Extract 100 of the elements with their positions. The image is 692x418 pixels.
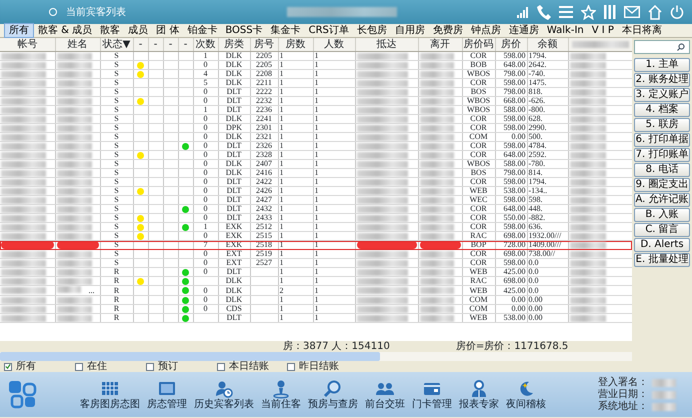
action-button[interactable]: 4. 档案 (634, 103, 690, 117)
tab[interactable]: 本日将离 (618, 24, 666, 37)
toolbar-button[interactable]: 当前住客 (261, 399, 301, 410)
checkbox[interactable] (287, 362, 295, 370)
toolbar-button[interactable]: 历史宾客列表 (194, 399, 254, 410)
blurred-text (1, 178, 46, 186)
table-cell: R (114, 314, 120, 322)
phone-icon[interactable] (537, 4, 551, 20)
checkbox-label[interactable]: 所有 (16, 361, 36, 372)
table-cell: 2205 (256, 52, 272, 60)
blurred-text (420, 88, 454, 96)
menu-icon[interactable] (559, 6, 573, 18)
table-cell: WEB (470, 268, 488, 276)
table-cell: 1 (314, 132, 318, 140)
checkbox[interactable] (4, 362, 12, 370)
tab[interactable]: 免费房 (428, 24, 467, 37)
blurred-text (570, 214, 606, 222)
tab[interactable]: 散客 (96, 24, 124, 37)
checkbox[interactable] (75, 362, 83, 370)
blurred-text (420, 306, 454, 312)
table-cell: 1 (314, 250, 318, 258)
toolbar-button[interactable]: 前台交班 (365, 399, 405, 410)
tab[interactable]: 自用房 (390, 24, 429, 37)
table-cell: 1 (280, 314, 284, 322)
action-button[interactable]: E. 批量处理 (634, 253, 690, 267)
blurred-text (420, 314, 454, 322)
table-cell: EXT (226, 258, 242, 266)
toolbar-button[interactable]: 客房图房态图 (80, 399, 140, 410)
checkbox[interactable] (217, 362, 225, 370)
tab[interactable]: V I P (588, 24, 618, 37)
redaction-mark (56, 241, 98, 248)
table-cell: 0 (204, 168, 208, 176)
blurred-text (420, 206, 454, 212)
action-button[interactable]: 5. 联房 (634, 118, 690, 132)
search-icon (677, 43, 685, 51)
blurred-text (356, 134, 408, 140)
toolbar-button[interactable]: 预房与查房 (308, 399, 358, 410)
tab[interactable]: Walk-In (542, 24, 588, 37)
table-cell: 1 (280, 132, 284, 140)
checkbox-label[interactable]: 在住 (87, 361, 107, 372)
action-button[interactable]: 6. 打印单据 (634, 133, 690, 147)
toolbar-button[interactable]: 报表专家 (459, 399, 499, 410)
person-clock-icon[interactable] (214, 379, 234, 399)
blurred-text (56, 196, 92, 204)
toolbar-button[interactable]: 夜间稽核 (506, 399, 546, 410)
tab[interactable]: 所有 (4, 23, 34, 38)
blurred-text (356, 206, 408, 212)
blurred-text (1, 260, 46, 266)
person-icon[interactable] (271, 379, 291, 399)
blurred-text (420, 224, 454, 230)
blurred-text (420, 196, 454, 204)
power-icon[interactable] (670, 5, 684, 19)
checkbox[interactable] (146, 362, 154, 370)
house-icon[interactable] (648, 4, 662, 20)
blurred-text (356, 287, 408, 294)
table-cell: 2432 (256, 204, 272, 212)
tab[interactable]: 集金卡 (266, 24, 305, 37)
tab[interactable]: 团 体 (152, 24, 184, 37)
checkbox-label[interactable]: 昨日结账 (299, 361, 339, 372)
tab[interactable]: 铂金卡 (183, 24, 222, 37)
action-button[interactable]: C. 留言 (634, 223, 690, 237)
table-cell: 4 (204, 70, 208, 78)
table-cell: DLK (226, 160, 242, 168)
tab[interactable]: 钟点房 (466, 24, 505, 37)
action-button[interactable]: 8. 电话 (634, 163, 690, 177)
star-icon[interactable] (581, 4, 596, 20)
tab[interactable]: 长包房 (352, 24, 391, 37)
table-cell: 598. (528, 196, 542, 204)
mail-icon[interactable] (624, 6, 640, 18)
bars-icon[interactable] (604, 5, 616, 19)
summary-text: 房价=房价：1171678.5 (456, 341, 568, 352)
action-button[interactable]: 7. 打印账单 (634, 148, 690, 162)
action-button[interactable]: B. 入账 (634, 208, 690, 222)
person-icon[interactable] (469, 379, 489, 399)
table-cell: 1 (280, 124, 284, 132)
checkbox-label[interactable]: 预订 (158, 361, 178, 372)
action-button[interactable]: 2. 账务处理 (634, 73, 690, 87)
action-button[interactable]: 1. 主单 (634, 58, 690, 72)
action-button[interactable]: D. Alerts (634, 238, 690, 252)
search-field[interactable] (634, 40, 690, 54)
blurred-text (356, 250, 408, 258)
action-button[interactable]: A. 允许记账 (634, 193, 690, 207)
action-button[interactable]: 3. 定义账户 (634, 88, 690, 102)
magnifier-icon[interactable] (323, 379, 343, 399)
column-header[interactable]: 房价码 (464, 38, 494, 50)
checkbox-label[interactable]: 本日结账 (229, 361, 269, 372)
horizontal-scrollbar[interactable] (0, 352, 632, 361)
table-cell: 0 (204, 232, 208, 240)
tab[interactable]: BOSS卡 (221, 24, 267, 37)
table-cell: S (114, 88, 119, 96)
tab[interactable]: CRS订单 (304, 24, 353, 37)
toolbar-button[interactable]: 房态管理 (147, 399, 187, 410)
tab[interactable]: 散客 & 成员 (34, 24, 96, 37)
tab[interactable]: 成员 (124, 24, 152, 37)
tab[interactable]: 连通房 (504, 24, 543, 37)
action-button[interactable]: 9. 圈定支出 (634, 178, 690, 192)
table-cell: CDS (226, 304, 242, 312)
table-cell: 2211 (256, 78, 272, 86)
blurred-text (1, 62, 46, 68)
toolbar-button[interactable]: 门卡管理 (412, 399, 452, 410)
